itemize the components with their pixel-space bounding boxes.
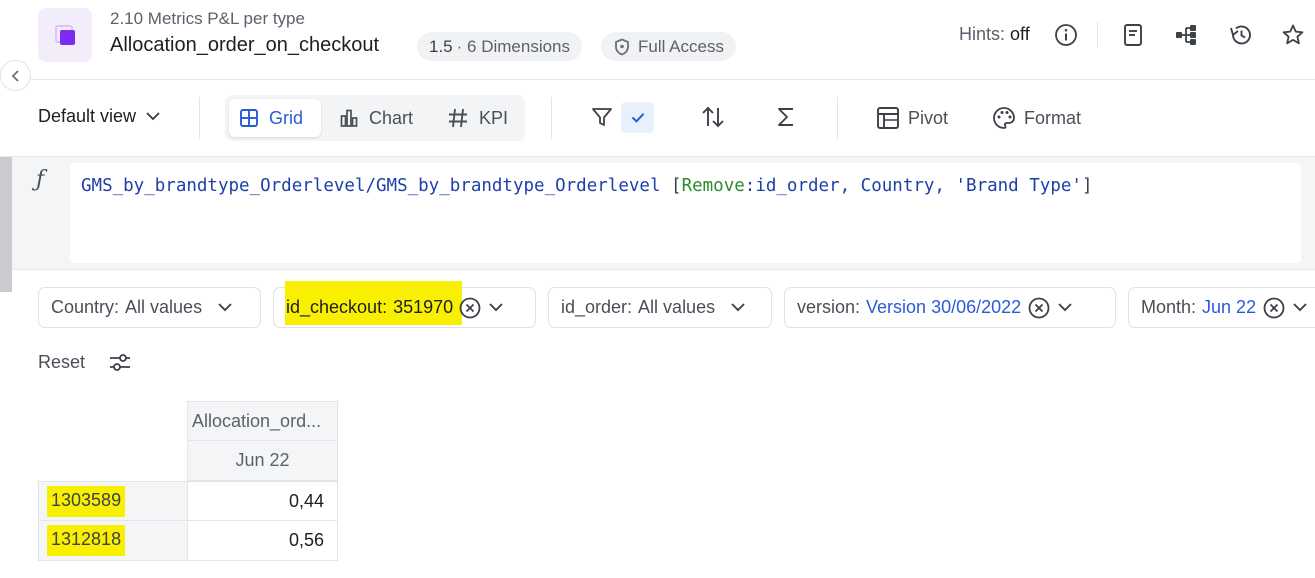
dimensions-count: · 6 Dimensions — [456, 36, 571, 56]
scrollbar[interactable] — [0, 157, 12, 292]
filter-id-order[interactable]: id_order: All values — [548, 287, 772, 328]
filter-version[interactable]: version: Version 30/06/2022 — [784, 287, 1116, 328]
format-label: Format — [1024, 107, 1082, 128]
row-header[interactable]: 1312818 — [38, 521, 188, 561]
document-icon[interactable] — [1120, 22, 1146, 48]
sort-button[interactable] — [700, 105, 726, 129]
filter-country[interactable]: Country: All values — [38, 287, 261, 328]
filter-id-checkout-value: 351970 — [393, 297, 454, 317]
row-header-label: 1312818 — [47, 525, 126, 556]
hierarchy-icon[interactable] — [1174, 22, 1200, 48]
view-selector-label: Default view — [38, 106, 137, 126]
hash-icon — [449, 108, 467, 128]
chevron-down-icon — [1293, 303, 1307, 312]
filter-icon — [592, 108, 612, 126]
filter-version-label: version: — [797, 297, 861, 317]
divider — [199, 97, 200, 139]
tab-grid[interactable]: Grid — [229, 99, 321, 137]
aggregate-button[interactable] — [774, 105, 798, 129]
filter-id-checkout[interactable]: id_checkout: 351970 — [273, 281, 536, 328]
shield-icon — [615, 38, 629, 55]
formula-bar: ƒ GMS_by_brandtype_Orderlevel/GMS_by_bra… — [0, 156, 1315, 292]
view-selector[interactable]: Default view — [38, 106, 160, 127]
formula-editor[interactable]: GMS_by_brandtype_Orderlevel/GMS_by_brand… — [70, 163, 1301, 263]
formula-metric: GMS_by_brandtype_Orderlevel/GMS_by_brand… — [81, 176, 672, 196]
pivot-button[interactable]: Pivot — [876, 106, 948, 130]
chevron-down-icon — [731, 303, 745, 312]
palette-icon — [993, 107, 1015, 129]
metric-app-icon — [38, 8, 92, 62]
column-header[interactable]: Allocation_ord... — [187, 401, 338, 441]
filter-month[interactable]: Month: Jun 22 — [1128, 287, 1315, 328]
reset-button[interactable]: Reset — [38, 352, 85, 373]
formula-arguments: :id_order, Country, 'Brand Type' — [744, 176, 1082, 196]
access-label: Full Access — [638, 36, 724, 56]
formula-bracket-close: ] — [1081, 176, 1093, 196]
history-icon[interactable] — [1228, 22, 1254, 48]
divider — [551, 97, 552, 139]
visualization-switcher: Grid Chart KPI — [225, 95, 525, 141]
tab-chart-label: Chart — [369, 107, 414, 128]
breadcrumb[interactable]: 2.10 Metrics P&L per type — [110, 9, 305, 29]
formula-keyword: Remove — [681, 176, 745, 196]
tab-kpi-label: KPI — [479, 107, 509, 128]
chevron-left-icon — [11, 69, 19, 82]
row-header[interactable]: 1303589 — [38, 481, 188, 521]
sigma-icon — [778, 108, 793, 126]
bar-chart-icon — [340, 109, 358, 127]
filter-id-order-label: id_order: — [561, 297, 633, 317]
chevron-down-icon — [1058, 303, 1072, 312]
divider — [1097, 22, 1098, 48]
table-cell[interactable]: 0,44 — [187, 481, 338, 521]
chevron-down-icon — [218, 303, 232, 312]
star-icon[interactable] — [1280, 22, 1306, 48]
filter-button[interactable] — [590, 105, 614, 129]
chevron-down-icon — [146, 112, 160, 121]
sliders-icon[interactable] — [108, 350, 132, 374]
tab-chart[interactable]: Chart — [329, 99, 423, 137]
grid-icon — [240, 109, 258, 127]
sort-icon — [702, 106, 724, 128]
version-badge[interactable]: 1.5 · 6 Dimensions — [417, 32, 583, 61]
view-toolbar: Default view Grid Chart KPI Pivot Format — [0, 81, 1315, 155]
divider — [837, 97, 838, 139]
hints-value: off — [1010, 24, 1030, 44]
table-cell[interactable]: 0,56 — [187, 521, 338, 561]
clear-circle-icon[interactable] — [459, 297, 481, 319]
filter-month-label: Month: — [1141, 297, 1197, 317]
access-badge[interactable]: Full Access — [601, 32, 736, 61]
filter-country-value: All values — [125, 297, 203, 317]
filter-version-value: Version 30/06/2022 — [866, 297, 1022, 317]
function-icon: ƒ — [36, 167, 45, 192]
tab-kpi[interactable]: KPI — [437, 99, 518, 137]
filter-id-order-value: All values — [638, 297, 716, 317]
hints-toggle[interactable]: Hints: off — [959, 24, 1030, 45]
filter-active-badge[interactable] — [621, 102, 654, 133]
clear-circle-icon[interactable] — [1028, 297, 1050, 319]
app-header: 2.10 Metrics P&L per type Allocation_ord… — [0, 0, 1315, 80]
chevron-down-icon — [489, 303, 503, 312]
tab-grid-label: Grid — [269, 107, 304, 128]
filter-month-value: Jun 22 — [1202, 297, 1257, 317]
info-icon[interactable] — [1053, 22, 1079, 48]
column-subheader[interactable]: Jun 22 — [187, 441, 338, 481]
filter-country-label: Country: — [51, 297, 120, 317]
pivot-label: Pivot — [908, 107, 949, 128]
check-icon — [631, 113, 644, 123]
version-number: 1.5 — [429, 36, 453, 56]
clear-circle-icon[interactable] — [1263, 297, 1285, 319]
formula-bracket-open: [ — [671, 176, 682, 196]
page-title[interactable]: Allocation_order_on_checkout — [110, 34, 379, 57]
filter-id-checkout-label: id_checkout: — [286, 297, 388, 317]
hints-label: Hints: — [959, 24, 1006, 44]
format-button[interactable]: Format — [992, 106, 1081, 130]
row-header-label: 1303589 — [47, 485, 126, 517]
pivot-icon — [877, 107, 899, 129]
